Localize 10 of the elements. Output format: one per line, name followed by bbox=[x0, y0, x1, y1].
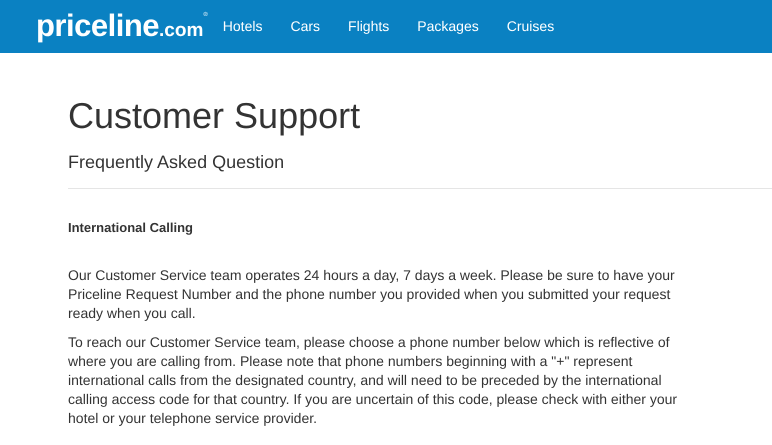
page-subtitle: Frequently Asked Question bbox=[68, 151, 286, 174]
nav-link[interactable]: Cruises bbox=[506, 16, 554, 37]
page-title: Customer Support bbox=[68, 94, 362, 138]
paragraph: To reach our Customer Service team, please choose a phone number below which is reflective of where you are calling from. Please note that phone numbers beginning with a "+" represent international calls from the designated country, and will need to be preceded by the international calling access code for that country. If you are uncertain of this code, please check with either your hotel or your telephone service provider. bbox=[68, 333, 678, 428]
paragraph: Our Customer Service team operates 24 hours a day, 7 days a week. Please be sure to have your Priceline Request Number and the phone number you provided when you submitted your request ready when you call. bbox=[68, 266, 676, 323]
section-heading: International Calling bbox=[68, 219, 194, 237]
nav-link[interactable]: Flights bbox=[348, 16, 390, 37]
nav-link[interactable]: Hotels bbox=[222, 16, 262, 37]
nav-link[interactable]: Cars bbox=[290, 16, 320, 37]
nav-link[interactable]: Packages bbox=[417, 16, 479, 37]
